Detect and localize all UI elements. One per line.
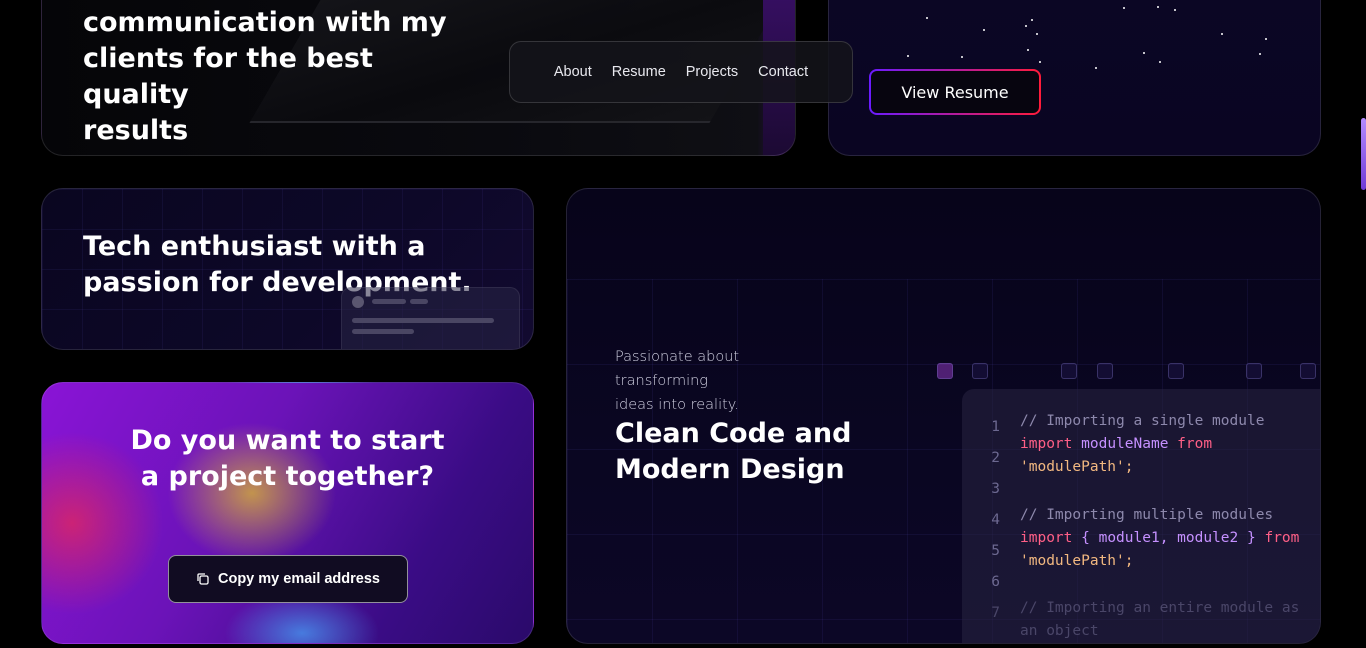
copy-email-label: Copy my email address: [218, 571, 380, 587]
star: [1174, 9, 1176, 11]
code-string: 'modulePath';: [1020, 459, 1134, 475]
floating-nav: About Resume Projects Contact: [509, 41, 853, 103]
code-keyword: import: [1020, 436, 1073, 452]
code-comment: an object: [1020, 623, 1099, 639]
line-number: 6: [991, 574, 1000, 590]
clean-card-subtitle: Passionate about transforming ideas into…: [615, 345, 775, 417]
star: [1036, 33, 1038, 35]
grid-square: [972, 363, 988, 379]
line-number: 4: [991, 512, 1000, 528]
subtitle-line-1: Passionate about: [615, 349, 740, 365]
star: [1123, 7, 1125, 9]
placeholder-bar: [372, 299, 406, 304]
star: [983, 29, 985, 31]
line-number: 1: [991, 419, 1000, 435]
star: [1265, 38, 1267, 40]
grid-square: [1061, 363, 1077, 379]
nav-item-about[interactable]: About: [554, 64, 592, 80]
avatar-dot: [352, 296, 364, 308]
star: [1159, 61, 1161, 63]
star: [1025, 25, 1027, 27]
intro-line-2: clients for the best quality: [83, 43, 373, 110]
subtitle-line-2: transforming: [615, 373, 709, 389]
star: [1027, 49, 1029, 51]
grid-square: [1097, 363, 1113, 379]
star: [907, 55, 909, 57]
code-keyword: from: [1177, 436, 1213, 452]
grid-square: [1168, 363, 1184, 379]
code-import-line: import moduleName from: [1020, 436, 1212, 452]
code-keyword: import: [1020, 530, 1073, 546]
star: [961, 56, 963, 58]
intro-text: communication with my clients for the be…: [83, 5, 483, 149]
line-number: 2: [991, 450, 1000, 466]
code-comment: // Importing multiple modules: [1020, 507, 1274, 523]
scrollbar-thumb[interactable]: [1361, 118, 1366, 190]
view-resume-button[interactable]: View Resume: [869, 69, 1041, 115]
star: [926, 17, 928, 19]
grid-square: [937, 363, 953, 379]
intro-line-3: results: [83, 115, 189, 146]
star: [1095, 67, 1097, 69]
grid-square: [1300, 363, 1316, 379]
code-comment: // Importing a single module: [1020, 413, 1265, 429]
star: [1221, 33, 1223, 35]
copy-email-button[interactable]: Copy my email address: [168, 555, 408, 603]
mini-preview-card: [341, 287, 520, 349]
clean-card-title: Clean Code and Modern Design: [615, 418, 852, 485]
line-number: 5: [991, 543, 1000, 559]
code-comment: // Importing an entire module as: [1020, 600, 1300, 616]
star: [1259, 53, 1261, 55]
code-identifier: { module1, module2 }: [1081, 530, 1256, 546]
line-number: 3: [991, 481, 1000, 497]
code-identifier: moduleName: [1081, 436, 1169, 452]
code-string: 'modulePath';: [1020, 553, 1134, 569]
star: [1031, 19, 1033, 21]
line-number: 7: [991, 605, 1000, 621]
project-card: Do you want to start a project together?…: [41, 382, 534, 644]
copy-icon: [197, 573, 209, 585]
subtitle-line-3: ideas into reality.: [615, 397, 739, 413]
placeholder-bar: [352, 318, 494, 323]
clean-code-card: Passionate about transforming ideas into…: [566, 188, 1321, 644]
star: [1039, 61, 1041, 63]
project-card-title: Do you want to start a project together?: [42, 423, 533, 495]
star: [1157, 6, 1159, 8]
nav-item-contact[interactable]: Contact: [758, 64, 808, 80]
code-keyword: from: [1264, 530, 1300, 546]
placeholder-bar: [410, 299, 428, 304]
grid-square: [1246, 363, 1262, 379]
tech-card: Tech enthusiast with a passion for devel…: [41, 188, 534, 350]
view-resume-label: View Resume: [871, 71, 1039, 113]
code-import-line: import { module1, module2 } from: [1020, 530, 1299, 546]
project-title-text: Do you want to start a project together?: [130, 425, 445, 492]
nav-item-projects[interactable]: Projects: [686, 64, 738, 80]
star: [1143, 52, 1145, 54]
nav-item-resume[interactable]: Resume: [612, 64, 666, 80]
placeholder-bar: [352, 329, 414, 334]
code-snippet-panel: 1 2 3 4 5 6 7 // Importing a single modu…: [962, 389, 1320, 643]
intro-line-1: communication with my: [83, 7, 447, 38]
